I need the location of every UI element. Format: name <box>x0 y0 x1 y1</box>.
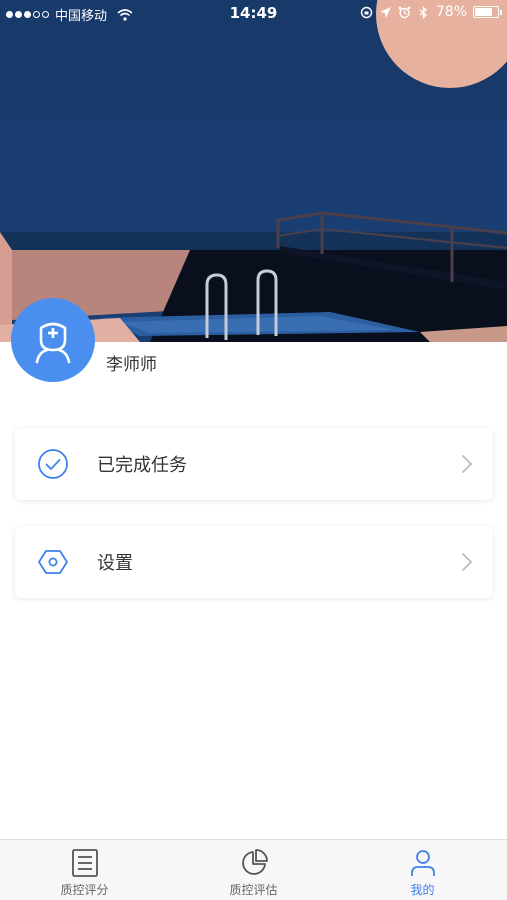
battery-percent: 78% <box>435 4 467 20</box>
tab-label: 我的 <box>410 883 435 897</box>
avatar[interactable] <box>11 298 95 382</box>
chevron-right-icon <box>462 455 473 473</box>
tab-label: 质控评估 <box>229 883 278 897</box>
tab-quality-score[interactable]: 质控评分 <box>0 840 169 900</box>
chevron-right-icon <box>462 553 473 571</box>
pie-chart-icon <box>241 849 268 875</box>
alarm-icon <box>398 6 411 18</box>
tab-bar: 质控评分 质控评估 我的 <box>0 839 507 900</box>
tab-mine[interactable]: 我的 <box>338 840 507 900</box>
pool-night-illustration <box>0 0 507 342</box>
tab-label: 质控评分 <box>60 883 109 897</box>
bluetooth-icon <box>419 5 427 19</box>
battery-icon <box>473 6 502 18</box>
check-circle-icon <box>38 449 68 479</box>
document-list-icon <box>71 849 98 877</box>
person-icon <box>410 850 435 876</box>
location-arrow-icon <box>379 6 391 18</box>
completed-tasks-item[interactable]: 已完成任务 <box>15 428 493 500</box>
user-name: 李师师 <box>106 355 157 375</box>
rotation-lock-icon <box>360 6 373 18</box>
tab-quality-assessment[interactable]: 质控评估 <box>169 840 338 900</box>
hexagon-settings-icon <box>38 550 68 574</box>
settings-label: 设置 <box>97 553 133 574</box>
settings-item[interactable]: 设置 <box>15 526 493 598</box>
status-bar: 中国移动 14:49 78% <box>0 0 507 28</box>
completed-tasks-label: 已完成任务 <box>97 455 187 476</box>
header-illustration <box>0 0 507 342</box>
doctor-avatar-icon <box>35 322 71 364</box>
